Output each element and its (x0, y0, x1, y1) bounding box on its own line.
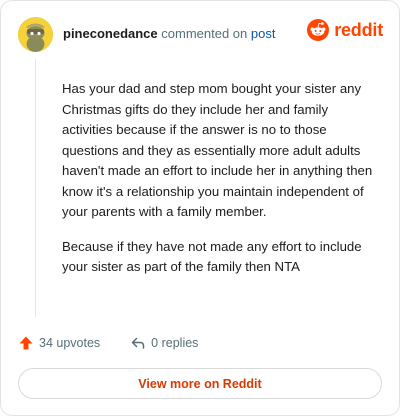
thread-line (35, 59, 36, 317)
view-more-button[interactable]: View more on Reddit (18, 368, 382, 399)
reddit-logo-icon (307, 19, 330, 41)
post-link[interactable]: post (251, 26, 276, 41)
reddit-brand[interactable]: reddit (307, 19, 383, 41)
action-text: commented on (161, 26, 248, 41)
snoo-avatar-icon (18, 17, 53, 52)
comment-actions: 34 upvotes 0 replies (18, 335, 198, 351)
reply-button[interactable]: 0 replies (130, 335, 198, 351)
upvote-button[interactable]: 34 upvotes (18, 335, 100, 351)
reddit-wordmark: reddit (334, 19, 383, 40)
comment-card: pineconedance commented on post reddit H… (0, 0, 400, 416)
comment-header: pineconedance commented on post (63, 26, 275, 41)
avatar[interactable] (18, 17, 53, 52)
comment-body: Has your dad and step mom bought your si… (62, 79, 382, 292)
comment-paragraph: Has your dad and step mom bought your si… (62, 81, 373, 219)
reply-arrow-icon (131, 337, 145, 349)
upvote-count: 34 upvotes (39, 336, 101, 350)
reply-count: 0 replies (151, 336, 199, 350)
comment-paragraph: Because if they have not made any effort… (62, 238, 362, 275)
upvote-arrow-icon (19, 336, 33, 350)
username[interactable]: pineconedance (63, 26, 158, 41)
